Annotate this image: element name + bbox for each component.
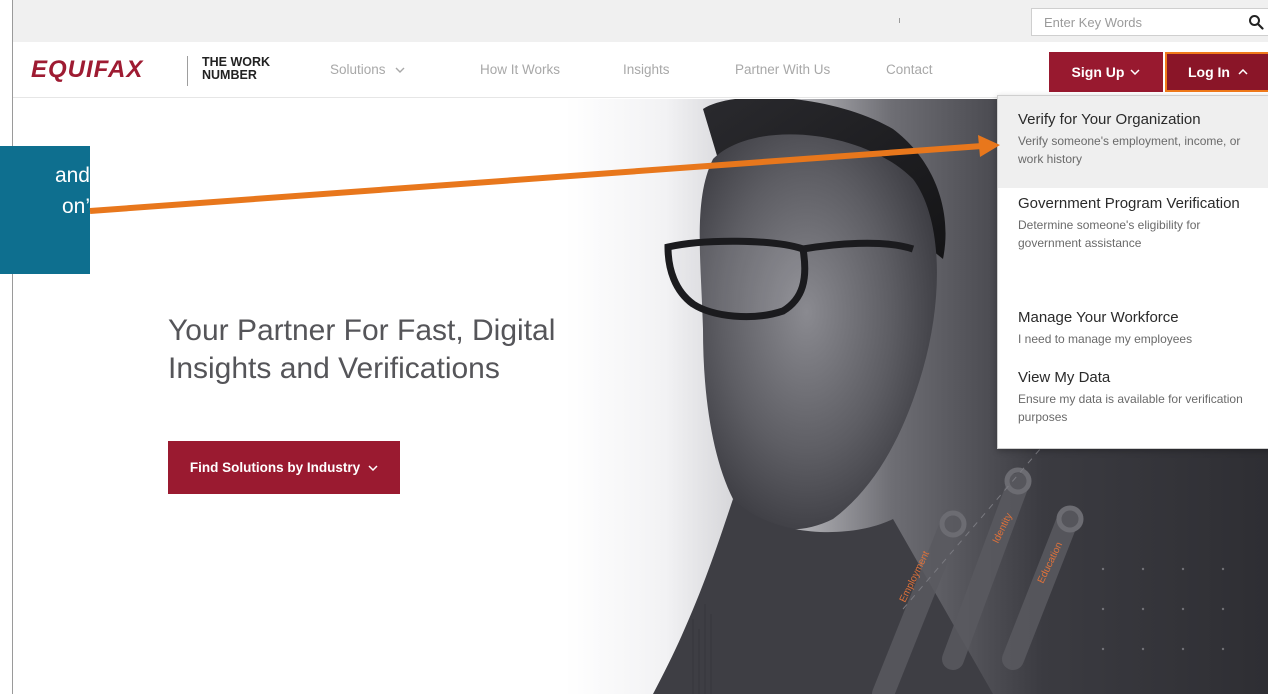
sign-up-button[interactable]: Sign Up — [1049, 52, 1163, 92]
nav-how-it-works[interactable]: How It Works — [480, 62, 560, 77]
dropdown-item-manage-workforce[interactable]: Manage Your Workforce I need to manage m… — [998, 302, 1268, 360]
equifax-logo[interactable]: EQUIFAX — [31, 56, 143, 84]
logo-divider — [187, 56, 188, 86]
nav-solutions-label: Solutions — [330, 62, 386, 77]
chevron-down-icon — [368, 464, 378, 471]
dropdown-item-title: Verify for Your Organization — [1018, 111, 1201, 128]
dropdown-item-government-verification[interactable]: Government Program Verification Determin… — [998, 188, 1268, 300]
badge-education: Education — [1036, 541, 1065, 586]
log-in-button[interactable]: Log In — [1165, 52, 1268, 92]
utility-bar — [13, 0, 1268, 42]
chevron-down-icon — [395, 67, 405, 73]
badge-identity: Identity — [991, 512, 1015, 546]
the-work-number-logo[interactable]: THE WORK NUMBER — [202, 56, 270, 82]
utility-divider — [899, 18, 900, 23]
callout-line-1: and — [54, 164, 90, 187]
log-in-label: Log In — [1188, 64, 1230, 80]
callout-line-2: on’ — [61, 195, 90, 218]
log-in-dropdown: Verify for Your Organization Verify some… — [997, 95, 1268, 449]
dropdown-item-title: View My Data — [1018, 369, 1111, 386]
dropdown-item-desc: I need to manage my employees — [1018, 332, 1193, 346]
nav-partner-with-us[interactable]: Partner With Us — [735, 62, 830, 77]
dropdown-item-verify-organization[interactable]: Verify for Your Organization Verify some… — [998, 96, 1268, 188]
search-icon[interactable] — [1248, 14, 1264, 30]
find-solutions-by-industry-button[interactable]: Find Solutions by Industry — [168, 441, 400, 494]
dropdown-item-view-my-data[interactable]: View My Data Ensure my data is available… — [998, 362, 1268, 442]
sign-up-label: Sign Up — [1071, 64, 1125, 80]
badge-employment: Employment — [898, 549, 932, 604]
hero-title: Your Partner For Fast, Digital Insights … — [168, 312, 688, 388]
chevron-up-icon — [1238, 69, 1248, 75]
nav-solutions[interactable]: Solutions — [330, 62, 405, 77]
logo-line-2: NUMBER — [202, 68, 257, 82]
annotation-callout: and on’ — [0, 146, 90, 274]
chevron-down-icon — [1130, 69, 1140, 75]
search-input[interactable] — [1032, 9, 1232, 35]
industry-button-label: Find Solutions by Industry — [189, 460, 361, 475]
dropdown-item-desc: Determine someone's eligibility for gove… — [1018, 218, 1201, 250]
dropdown-item-desc: Ensure my data is available for verifica… — [1018, 392, 1243, 424]
dropdown-item-desc: Verify someone's employment, income, or … — [1018, 134, 1241, 166]
hero-title-line-1: Your Partner For Fast, Digital — [168, 314, 556, 347]
nav-contact[interactable]: Contact — [886, 62, 933, 77]
dropdown-item-title: Government Program Verification — [1018, 195, 1240, 212]
hero-title-line-2: Insights and Verifications — [168, 352, 500, 385]
nav-insights[interactable]: Insights — [623, 62, 670, 77]
dropdown-item-title: Manage Your Workforce — [1018, 309, 1179, 326]
browser-viewport: EQUIFAX THE WORK NUMBER Solutions How It… — [12, 0, 1268, 694]
main-nav: EQUIFAX THE WORK NUMBER Solutions How It… — [13, 42, 1268, 98]
search-box[interactable] — [1031, 8, 1268, 36]
